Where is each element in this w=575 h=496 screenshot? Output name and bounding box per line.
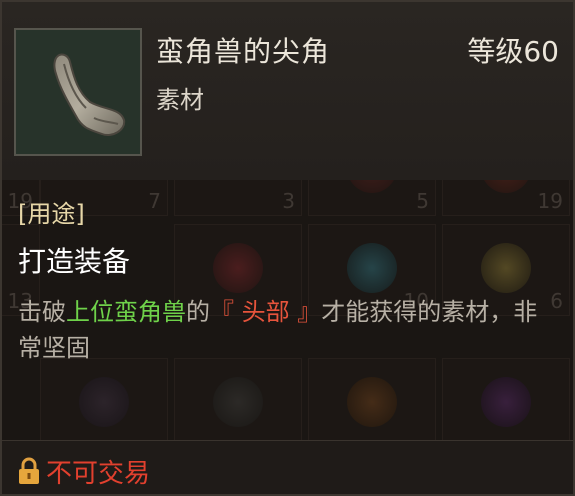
item-icon-frame <box>14 28 142 156</box>
bg-slot: 5 <box>308 180 436 216</box>
item-type: 素材 <box>156 86 204 114</box>
item-name: 蛮角兽的尖角 <box>156 35 331 68</box>
bg-slot <box>308 358 436 440</box>
trade-status: 不可交易 <box>46 459 151 489</box>
bg-slot <box>40 358 168 440</box>
item-level: 等级60 <box>467 35 559 68</box>
usage-value: 打造装备 <box>18 245 131 278</box>
item-description: 击破上位蛮角兽的『 头部 』才能获得的素材，非常坚固 <box>18 294 538 366</box>
horn-icon <box>53 53 126 136</box>
item-tooltip: 蛮角兽的尖角 等级60 素材 19 7 3 5 19 13 10 6 [用途] … <box>0 0 575 496</box>
bg-slot: 19 <box>442 180 570 216</box>
body-part: 『 头部 』 <box>210 298 322 326</box>
tooltip-body: 19 7 3 5 19 13 10 6 [用途] 打造装备 击破上位蛮角兽的『 … <box>2 180 573 440</box>
tooltip-header: 蛮角兽的尖角 等级60 素材 <box>2 2 573 181</box>
tooltip-footer: 不可交易 <box>2 440 573 494</box>
monster-name: 上位蛮角兽 <box>66 298 186 326</box>
bg-slot: 3 <box>174 180 302 216</box>
usage-label: [用途] <box>18 200 85 228</box>
bg-slot <box>174 358 302 440</box>
bg-slot <box>442 358 570 440</box>
lock-icon <box>19 457 39 484</box>
description-text: 的 <box>186 298 210 326</box>
description-text: 击破 <box>18 298 66 326</box>
